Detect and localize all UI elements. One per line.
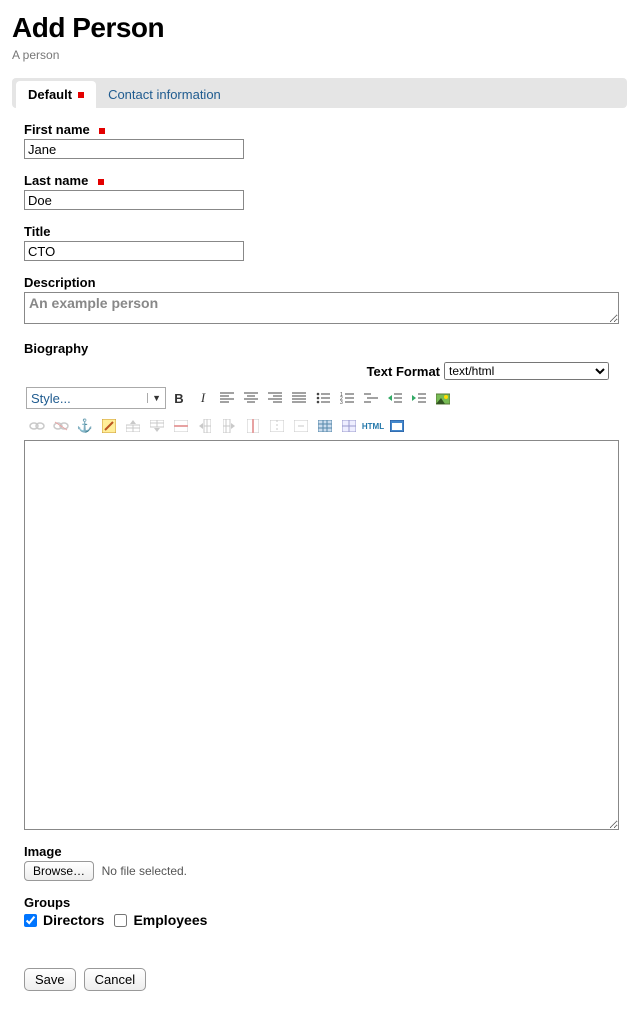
biography-editor-area[interactable] [24,440,619,830]
biography-label: Biography [24,341,627,356]
first-name-input[interactable] [24,139,244,159]
indent-icon[interactable] [408,387,430,409]
label-text: Last name [24,173,88,188]
last-name-label: Last name [24,173,627,188]
table-icon[interactable] [314,415,336,437]
align-justify-icon[interactable] [288,387,310,409]
table-col-after-icon[interactable] [218,415,240,437]
field-title: Title [24,224,627,261]
field-biography: Biography Text Format text/html Style...… [24,341,627,830]
description-input[interactable]: An example person [24,292,619,324]
required-icon [98,179,104,185]
align-right-icon[interactable] [264,387,286,409]
fullscreen-icon[interactable] [386,415,408,437]
tab-contact-information[interactable]: Contact information [96,81,233,108]
save-button[interactable]: Save [24,968,76,991]
groups-label: Groups [24,895,627,910]
table-split-cell-icon[interactable] [266,415,288,437]
table-row-before-icon[interactable] [122,415,144,437]
checkbox-employees-label: Employees [133,912,207,928]
table-delete-row-icon[interactable] [170,415,192,437]
table-merge-cell-icon[interactable] [290,415,312,437]
align-center-icon[interactable] [240,387,262,409]
rich-text-editor: Style... ▼ B I [24,384,619,830]
title-label: Title [24,224,627,239]
tabs: Default Contact information [12,78,627,108]
description-label: Description [24,275,627,290]
cancel-button[interactable]: Cancel [84,968,146,991]
outdent-icon[interactable] [384,387,406,409]
field-last-name: Last name [24,173,627,210]
anchor-icon[interactable]: ⚓ [74,415,96,437]
action-row: Save Cancel [24,968,627,991]
checkbox-directors-label: Directors [43,912,104,928]
checkbox-employees[interactable] [114,914,127,927]
image-icon[interactable] [432,387,454,409]
tab-default[interactable]: Default [16,81,96,108]
tab-default-label: Default [28,87,72,102]
unlink-icon[interactable] [50,415,72,437]
align-left-icon[interactable] [216,387,238,409]
field-groups: Groups Directors Employees [24,895,627,928]
tab-contact-label: Contact information [108,87,221,102]
field-image: Image Browse… No file selected. [24,844,627,881]
first-name-label: First name [24,122,627,137]
field-first-name: First name [24,122,627,159]
editor-toolbar-row-1: Style... ▼ B I [24,384,619,412]
edit-icon[interactable] [98,415,120,437]
link-icon[interactable] [26,415,48,437]
field-description: Description An example person [24,275,627,327]
bold-icon[interactable]: B [168,387,190,409]
ordered-list-icon[interactable]: 123 [336,387,358,409]
checkbox-directors[interactable] [24,914,37,927]
last-name-input[interactable] [24,190,244,210]
chevron-down-icon: ▼ [147,393,161,403]
table-col-before-icon[interactable] [194,415,216,437]
text-format-row: Text Format text/html [24,362,609,380]
svg-text:3: 3 [340,400,343,404]
required-icon [99,128,105,134]
grid-icon[interactable] [338,415,360,437]
definition-list-icon[interactable] [360,387,382,409]
label-text: First name [24,122,90,137]
page-subtitle: A person [12,48,627,62]
browse-button[interactable]: Browse… [24,861,94,881]
unordered-list-icon[interactable] [312,387,334,409]
page-title: Add Person [12,12,627,44]
style-select-label: Style... [31,391,71,406]
image-label: Image [24,844,627,859]
file-status: No file selected. [102,864,187,878]
text-format-select[interactable]: text/html [444,362,609,380]
italic-icon[interactable]: I [192,387,214,409]
style-select[interactable]: Style... ▼ [26,387,166,409]
required-icon [78,92,84,98]
html-icon[interactable]: HTML [362,415,384,437]
editor-toolbar-row-2: ⚓ [24,412,619,440]
title-input[interactable] [24,241,244,261]
table-row-after-icon[interactable] [146,415,168,437]
text-format-label: Text Format [367,364,440,379]
table-delete-col-icon[interactable] [242,415,264,437]
